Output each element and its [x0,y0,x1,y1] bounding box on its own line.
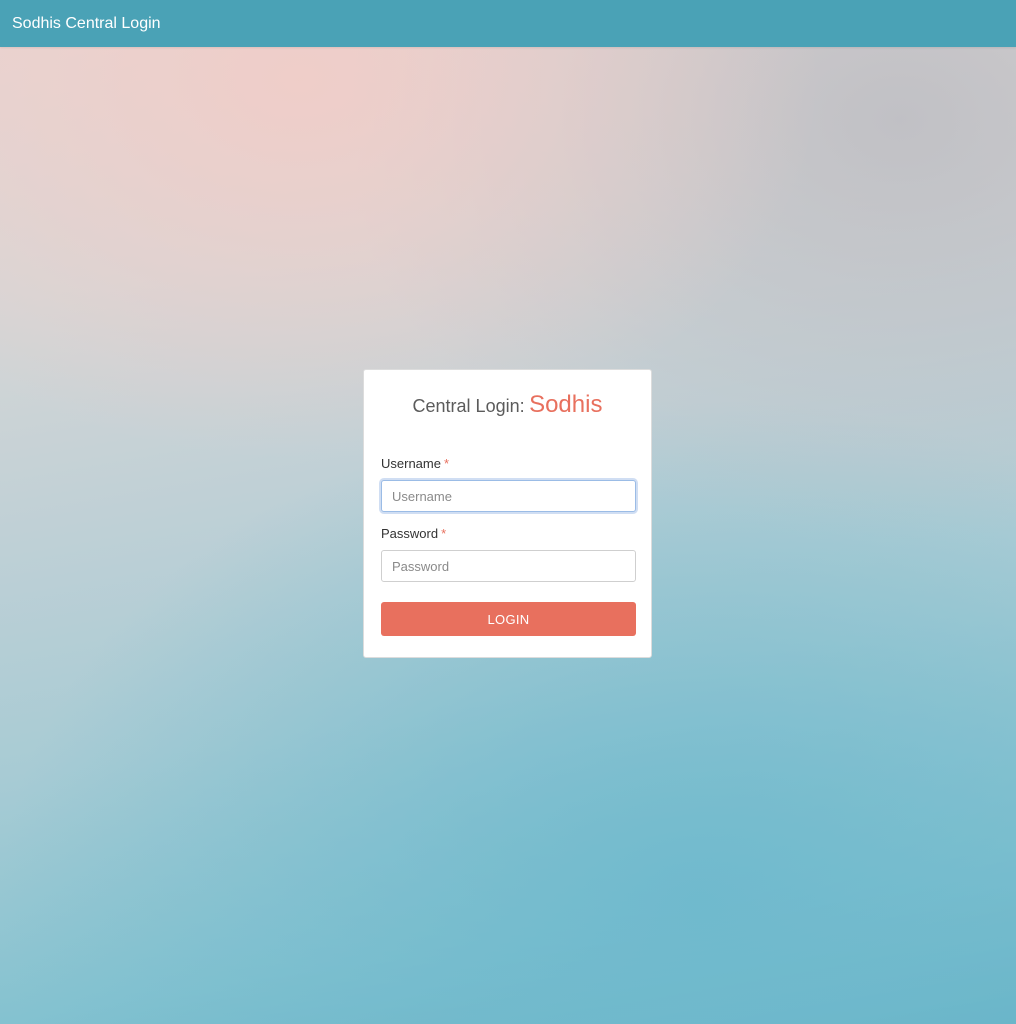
username-required-marker: * [443,456,450,471]
login-button[interactable]: LOGIN [381,602,636,636]
app-title: Sodhis Central Login [12,14,161,32]
password-label: Password * [381,526,634,542]
password-required-marker: * [441,526,447,541]
username-label: Username * [381,456,634,472]
password-input[interactable] [381,550,636,582]
login-heading: Central Login: Sodhis [381,390,634,420]
top-navigation-bar: Sodhis Central Login [0,0,1016,47]
login-heading-brand: Sodhis [529,391,603,418]
password-label-text: Password [381,526,439,541]
login-card: Central Login: Sodhis Username* Password… [363,369,652,658]
username-input[interactable] [381,480,636,512]
login-heading-prefix: Central Login: [412,396,525,416]
username-label-text: Username [381,456,441,471]
